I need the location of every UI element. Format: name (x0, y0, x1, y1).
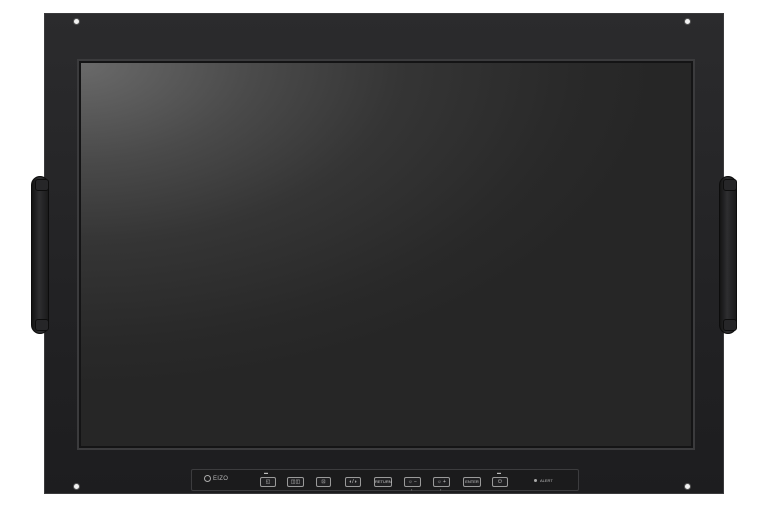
alert-indicator: ALERT (534, 478, 553, 483)
monitor-chassis: EIZO ▬ ◱ ◫◫ ⊡ ◐/◑ RETURN ☼ − ‹ ☼ + › ENT… (44, 13, 724, 494)
mounting-hole (73, 483, 80, 490)
pip-button[interactable]: ◫◫ (287, 477, 304, 487)
input-source-button[interactable]: ◱ (260, 477, 276, 487)
screen-frame (77, 59, 695, 450)
handle-cap (723, 319, 737, 331)
brightness-up-icon: ☼ + (437, 479, 446, 485)
screen-size-icon: ⊡ (321, 479, 326, 485)
right-handle (719, 176, 737, 334)
brand-logo: EIZO (204, 475, 228, 482)
indicator-mark: ▬ (497, 470, 501, 475)
control-panel: EIZO ▬ ◱ ◫◫ ⊡ ◐/◑ RETURN ☼ − ‹ ☼ + › ENT… (191, 469, 579, 492)
logo-mark-icon (204, 475, 211, 482)
handle-cap (723, 179, 737, 191)
right-arrow-mark: › (440, 487, 442, 492)
handle-cap (35, 179, 49, 191)
indicator-mark: ▬ (264, 470, 268, 475)
left-handle (31, 176, 49, 334)
enter-button[interactable]: ENTER (463, 477, 481, 487)
return-button[interactable]: RETURN (374, 477, 392, 487)
picture-in-picture-icon: ◫◫ (290, 479, 301, 485)
screen-size-button[interactable]: ⊡ (316, 477, 331, 487)
return-label: RETURN (375, 479, 392, 484)
left-arrow-mark: ‹ (411, 487, 413, 492)
alert-led (534, 479, 537, 482)
mounting-hole (684, 483, 691, 490)
input-source-icon: ◱ (265, 479, 271, 485)
mode-icon: ◐/◑ (349, 479, 357, 485)
brightness-up-button[interactable]: ☼ + (433, 477, 450, 487)
display-screen (81, 63, 691, 446)
power-button[interactable]: ⏻ (492, 477, 508, 487)
alert-label: ALERT (540, 478, 553, 483)
mounting-hole (73, 18, 80, 25)
brightness-down-icon: ☼ − (408, 479, 417, 485)
mounting-hole (684, 18, 691, 25)
mode-button[interactable]: ◐/◑ (345, 477, 361, 487)
power-icon: ⏻ (498, 479, 502, 485)
brightness-down-button[interactable]: ☼ − (404, 477, 421, 487)
enter-label: ENTER (465, 479, 479, 484)
logo-text: EIZO (213, 475, 229, 482)
handle-cap (35, 319, 49, 331)
